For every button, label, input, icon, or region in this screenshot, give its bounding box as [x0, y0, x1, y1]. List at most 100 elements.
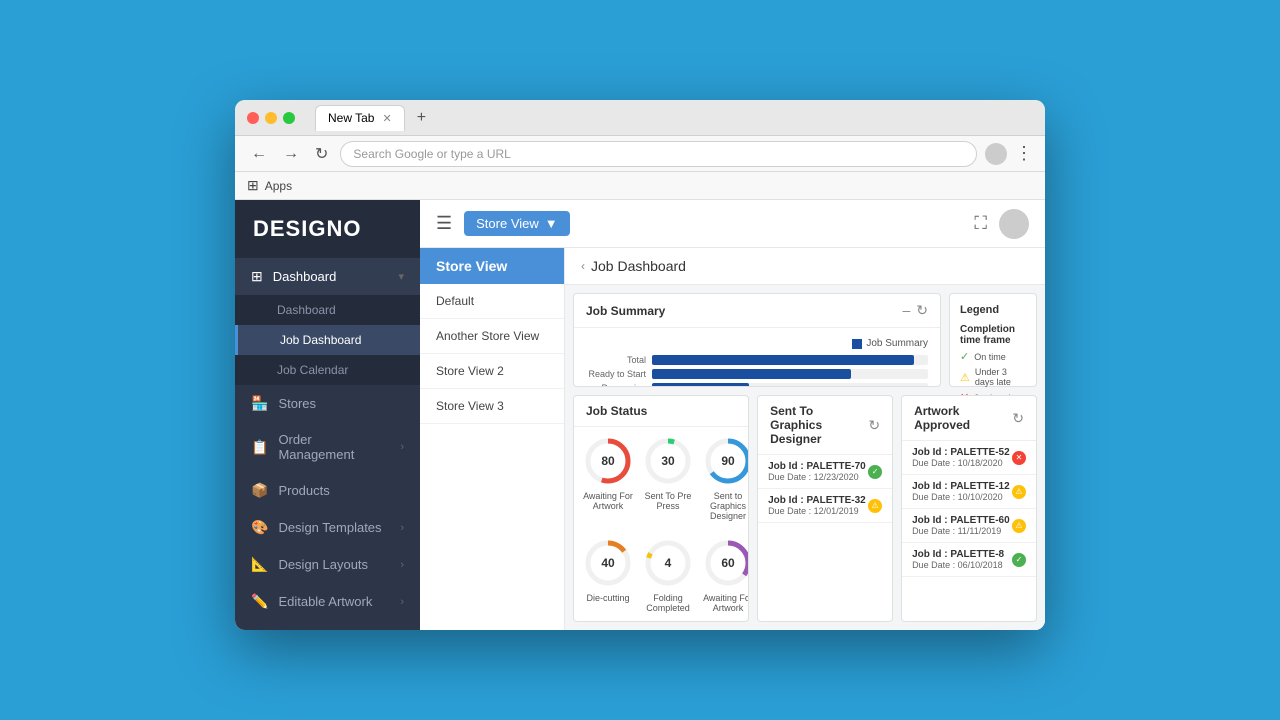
store-view-panel-header: Store View	[420, 248, 564, 284]
refresh-panel-icon[interactable]: ↻	[916, 302, 928, 319]
store-view-default[interactable]: Default	[420, 284, 564, 319]
chart-legend-color	[852, 339, 862, 349]
browser-user-avatar[interactable]	[985, 143, 1007, 165]
back-button[interactable]: ←	[247, 143, 271, 165]
sidebar-order-label: Order Management	[278, 432, 390, 462]
donut-die-cutting: 40 Die-cutting	[582, 537, 634, 613]
topbar-user-avatar[interactable]	[999, 209, 1029, 239]
design-layouts-icon: 📐	[251, 556, 268, 573]
design-templates-icon: 🎨	[251, 519, 268, 536]
donut-value-3: 90	[721, 454, 734, 468]
job-date-palette-12: Due Date : 10/10/2020	[912, 492, 1012, 502]
address-text: Search Google or type a URL	[353, 147, 510, 161]
job-card-palette-60[interactable]: Job Id : PALETTE-60 Due Date : 11/11/201…	[902, 509, 1036, 543]
logo-text: DESIGNO	[253, 216, 361, 241]
sidebar-item-design-templates[interactable]: 🎨 Design Templates ›	[235, 509, 420, 546]
job-status-title: Job Status	[586, 404, 647, 418]
job-status-green-palette-8: ✓	[1012, 553, 1026, 567]
donut-label-2: Sent To Pre Press	[642, 491, 694, 511]
warning-yellow-icon: ⚠	[960, 371, 970, 384]
legend-under-3-days: ⚠ Under 3 days late	[960, 367, 1026, 387]
job-card-palette-70[interactable]: Job Id : PALETTE-70 Due Date : 12/23/202…	[758, 455, 892, 489]
bar-label-ready: Ready to Start	[586, 369, 646, 379]
donut-value-6: 60	[721, 556, 734, 570]
tab-new-tab[interactable]: New Tab ✕	[315, 105, 405, 131]
bar-track-ready	[652, 369, 928, 379]
sidebar-design-templates-label: Design Templates	[278, 520, 390, 535]
legend-under-3-label: Under 3 days late	[975, 367, 1026, 387]
bar-chart: Job Summary Total	[574, 328, 940, 387]
new-tab-icon[interactable]: +	[417, 109, 426, 127]
donut-value-4: 40	[601, 556, 614, 570]
bar-chart-rows: Total Ready t	[586, 355, 928, 387]
minimize-panel-icon[interactable]: –	[902, 302, 910, 319]
job-dashboard-title: Job Dashboard	[591, 258, 686, 274]
job-id-palette-32: Job Id : PALETTE-32	[768, 495, 868, 506]
job-card-palette-8[interactable]: Job Id : PALETTE-8 Due Date : 06/10/2018…	[902, 543, 1036, 577]
sidebar-item-order-management[interactable]: 📋 Order Management ›	[235, 422, 420, 472]
job-card-palette-32[interactable]: Job Id : PALETTE-32 Due Date : 12/01/201…	[758, 489, 892, 523]
job-card-palette-12[interactable]: Job Id : PALETTE-12 Due Date : 10/10/202…	[902, 475, 1036, 509]
dashboard-icon: ⊞	[251, 268, 263, 285]
refresh-button[interactable]: ↻	[311, 142, 332, 166]
browser-toolbar: ← → ↻ Search Google or type a URL ⋮	[235, 136, 1045, 172]
fullscreen-icon[interactable]: ⛶	[974, 213, 987, 234]
artwork-refresh-icon[interactable]: ↻	[1012, 410, 1024, 427]
bar-row-ready: Ready to Start	[586, 369, 928, 379]
minimize-button[interactable]	[265, 112, 277, 124]
design-templates-arrow: ›	[400, 522, 404, 534]
sidebar-subitem-job-dashboard[interactable]: Job Dashboard	[235, 325, 420, 355]
app-container: DESIGNO ⊞ Dashboard ▾ Dashboard Job Dash…	[235, 200, 1045, 630]
sent-designer-header: Sent To Graphics Designer ↻	[758, 396, 892, 455]
donut-wrapper-1: 80	[582, 435, 634, 487]
chart-legend-label: Job Summary	[866, 338, 928, 349]
bar-fill-processing	[652, 383, 749, 387]
sidebar-subitem-dashboard[interactable]: Dashboard	[235, 295, 420, 325]
sidebar-item-dashboard[interactable]: ⊞ Dashboard ▾	[235, 258, 420, 295]
forward-button[interactable]: →	[279, 143, 303, 165]
close-button[interactable]	[247, 112, 259, 124]
donut-row-top: 80 Awaiting For Artwork	[574, 427, 748, 529]
sidebar-item-printing-methods[interactable]: 🖨️ Printing Methods ›	[235, 620, 420, 630]
check-green-icon: ✓	[960, 350, 969, 363]
sidebar-design-layouts-label: Design Layouts	[278, 557, 390, 572]
store-view-3[interactable]: Store View 3	[420, 389, 564, 424]
tab-close-icon[interactable]: ✕	[382, 112, 391, 125]
job-summary-title: Job Summary	[586, 304, 665, 318]
store-view-dropdown[interactable]: Store View ▼	[464, 211, 570, 236]
sidebar-logo: DESIGNO	[235, 200, 420, 258]
address-bar[interactable]: Search Google or type a URL	[340, 141, 977, 167]
editable-artwork-icon: ✏️	[251, 593, 268, 610]
apps-grid-icon: ⊞	[247, 177, 259, 194]
job-card-palette-52[interactable]: Job Id : PALETTE-52 Due Date : 10/18/202…	[902, 441, 1036, 475]
sidebar-subitem-job-calendar[interactable]: Job Calendar	[235, 355, 420, 385]
bar-container-processing	[652, 383, 928, 387]
design-layouts-arrow: ›	[400, 559, 404, 571]
donut-awaiting-artwork-2: 60 Awaiting For Artwork	[702, 537, 749, 613]
job-id-palette-52: Job Id : PALETTE-52	[912, 447, 1012, 458]
order-management-icon: 📋	[251, 439, 268, 456]
apps-bar: ⊞ Apps	[235, 172, 1045, 200]
sidebar-item-stores[interactable]: 🏪 Stores	[235, 385, 420, 422]
bar-container-total	[652, 355, 928, 365]
artwork-approved-title: Artwork Approved	[914, 404, 1012, 432]
maximize-button[interactable]	[283, 112, 295, 124]
job-info-palette-60: Job Id : PALETTE-60 Due Date : 11/11/201…	[912, 515, 1012, 536]
job-info-palette-52: Job Id : PALETTE-52 Due Date : 10/18/202…	[912, 447, 1012, 468]
tab-title: New Tab	[328, 111, 374, 125]
chart-legend-item: Job Summary	[852, 338, 928, 349]
job-status-panel: Job Status	[573, 395, 749, 622]
store-view-another[interactable]: Another Store View	[420, 319, 564, 354]
sent-refresh-icon[interactable]: ↻	[868, 417, 880, 434]
sidebar-item-editable-artwork[interactable]: ✏️ Editable Artwork ›	[235, 583, 420, 620]
job-id-palette-70: Job Id : PALETTE-70	[768, 461, 868, 472]
job-summary-panel: Job Summary – ↻	[573, 293, 941, 387]
browser-menu-icon[interactable]: ⋮	[1015, 143, 1033, 164]
job-info-palette-70: Job Id : PALETTE-70 Due Date : 12/23/202…	[768, 461, 868, 482]
sidebar-item-products[interactable]: 📦 Products	[235, 472, 420, 509]
sidebar-item-design-layouts[interactable]: 📐 Design Layouts ›	[235, 546, 420, 583]
apps-label[interactable]: Apps	[265, 179, 292, 193]
hamburger-icon[interactable]: ☰	[436, 213, 452, 234]
store-view-2[interactable]: Store View 2	[420, 354, 564, 389]
donut-wrapper-6: 60	[702, 537, 749, 589]
